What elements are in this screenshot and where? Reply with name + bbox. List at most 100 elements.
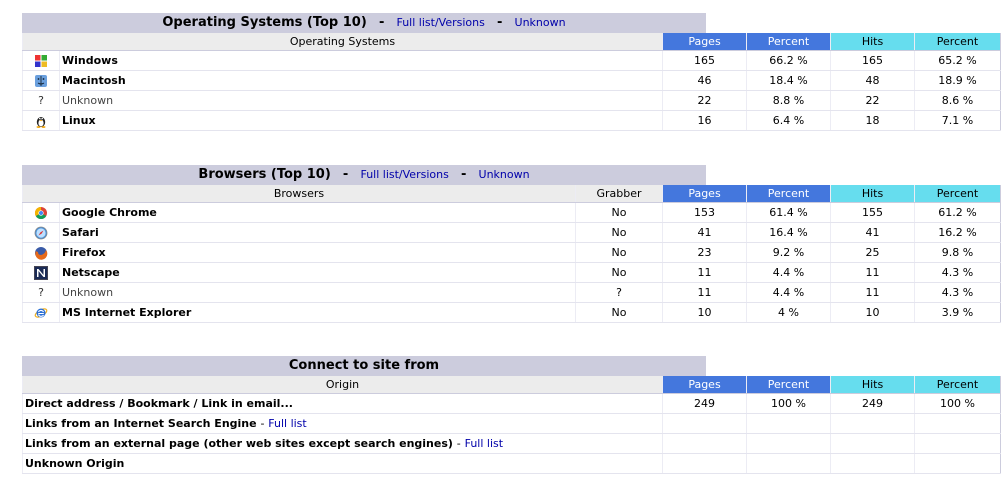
os-hits: 165 [830, 50, 915, 71]
os-pages: 165 [662, 50, 747, 71]
browsers-table: Browsers Grabber Pages Percent Hits Perc… [22, 185, 1001, 323]
external-page-full-list-link[interactable]: Full list [465, 437, 503, 450]
table-row: ? Unknown ? 11 4.4 % 11 4.3 % [22, 282, 1001, 303]
browser-pages-percent: 4.4 % [746, 282, 831, 303]
browser-name: Google Chrome [59, 202, 576, 223]
origin-table: Origin Pages Percent Hits Percent Direct… [22, 376, 1001, 474]
browser-grabber: No [575, 202, 663, 223]
browser-pages: 11 [662, 282, 747, 303]
browser-pages: 41 [662, 222, 747, 243]
origin-pages: 249 [662, 393, 747, 414]
browser-hits: 11 [830, 262, 915, 283]
os-name: Unknown [59, 90, 663, 111]
os-table: Operating Systems Pages Percent Hits Per… [22, 33, 1001, 131]
browsers-col-grabber: Grabber [575, 185, 663, 203]
browser-pages-percent: 4 % [746, 302, 831, 323]
browser-hits-percent: 16.2 % [914, 222, 1001, 243]
os-full-list-link[interactable]: Full list/Versions [396, 16, 484, 29]
os-name: Linux [59, 110, 663, 131]
browser-pages: 11 [662, 262, 747, 283]
origin-section-title-bar: Connect to site from [22, 356, 706, 376]
os-hits-percent: 8.6 % [914, 90, 1001, 111]
windows-icon [35, 54, 47, 67]
netscape-icon [34, 265, 48, 280]
os-col-hits-percent: Percent [914, 33, 1001, 51]
browsers-full-list-link[interactable]: Full list/Versions [360, 168, 448, 181]
browser-hits-percent: 3.9 % [914, 302, 1001, 323]
browser-hits-percent: 4.3 % [914, 282, 1001, 303]
browser-grabber: No [575, 262, 663, 283]
browser-grabber: No [575, 222, 663, 243]
origin-name: Direct address / Bookmark / Link in emai… [25, 397, 293, 410]
origin-col-hits: Hits [830, 376, 915, 394]
browser-pages-percent: 9.2 % [746, 242, 831, 263]
browsers-col-hits-percent: Percent [914, 185, 1001, 203]
os-hits: 48 [830, 70, 915, 91]
origin-hits [830, 413, 915, 434]
os-pages: 46 [662, 70, 747, 91]
table-row: Links from an Internet Search Engine - F… [22, 413, 1001, 434]
browsers-col-pages-percent: Percent [746, 185, 831, 203]
table-row: Direct address / Bookmark / Link in emai… [22, 393, 1001, 414]
os-header-row: Operating Systems Pages Percent Hits Per… [22, 33, 1001, 51]
origin-col-pages: Pages [662, 376, 747, 394]
browser-name: Netscape [59, 262, 576, 283]
browser-hits: 25 [830, 242, 915, 263]
browser-name: MS Internet Explorer [59, 302, 576, 323]
search-engine-full-list-link[interactable]: Full list [268, 417, 306, 430]
browsers-header-row: Browsers Grabber Pages Percent Hits Perc… [22, 185, 1001, 203]
origin-hits-percent [914, 433, 1001, 454]
browser-grabber: ? [575, 282, 663, 303]
origin-name: Unknown Origin [25, 457, 125, 470]
browser-pages: 10 [662, 302, 747, 323]
origin-section-title: Connect to site from [288, 358, 440, 373]
table-row: Safari No 41 16.4 % 41 16.2 % [22, 222, 1001, 243]
origin-name: Links from an external page (other web s… [25, 437, 453, 450]
browser-hits: 155 [830, 202, 915, 223]
origin-name: Links from an Internet Search Engine [25, 417, 257, 430]
origin-col-pages-percent: Percent [746, 376, 831, 394]
table-row: ? Unknown 22 8.8 % 22 8.6 % [22, 90, 1001, 111]
table-row: Firefox No 23 9.2 % 25 9.8 % [22, 242, 1001, 263]
browser-hits: 41 [830, 222, 915, 243]
browser-grabber: No [575, 302, 663, 323]
origin-hits: 249 [830, 393, 915, 414]
browser-hits-percent: 9.8 % [914, 242, 1001, 263]
origin-hits-percent [914, 453, 1001, 474]
table-row: Windows 165 66.2 % 165 65.2 % [22, 50, 1001, 71]
browser-hits: 10 [830, 302, 915, 323]
ie-icon [34, 307, 48, 318]
origin-pages-percent [746, 453, 831, 474]
os-name: Macintosh [59, 70, 663, 91]
origin-pages-percent [746, 413, 831, 434]
table-row: Netscape No 11 4.4 % 11 4.3 % [22, 262, 1001, 283]
browser-hits: 11 [830, 282, 915, 303]
browser-hits-percent: 61.2 % [914, 202, 1001, 223]
origin-hits-percent: 100 % [914, 393, 1001, 414]
chrome-icon [34, 206, 47, 219]
os-pages-percent: 6.4 % [746, 110, 831, 131]
os-col-pages-percent: Percent [746, 33, 831, 51]
origin-col-name: Origin [22, 376, 663, 394]
browser-pages-percent: 16.4 % [746, 222, 831, 243]
browsers-section-title-bar: Browsers (Top 10) - Full list/Versions -… [22, 165, 706, 185]
os-pages-percent: 66.2 % [746, 50, 831, 71]
os-unknown-link[interactable]: Unknown [515, 16, 566, 29]
table-row: Links from an external page (other web s… [22, 433, 1001, 454]
origin-pages [662, 433, 747, 454]
browser-pages-percent: 61.4 % [746, 202, 831, 223]
origin-pages-percent: 100 % [746, 393, 831, 414]
browsers-col-hits: Hits [830, 185, 915, 203]
browsers-unknown-link[interactable]: Unknown [479, 168, 530, 181]
origin-pages-percent [746, 433, 831, 454]
macintosh-icon [35, 74, 47, 87]
table-row: MS Internet Explorer No 10 4 % 10 3.9 % [22, 302, 1001, 323]
os-pages-percent: 18.4 % [746, 70, 831, 91]
table-row: Google Chrome No 153 61.4 % 155 61.2 % [22, 202, 1001, 223]
os-section-title: Operating Systems (Top 10) [162, 15, 367, 30]
question-icon: ? [38, 94, 44, 107]
os-hits: 22 [830, 90, 915, 111]
origin-header-row: Origin Pages Percent Hits Percent [22, 376, 1001, 394]
table-row: Linux 16 6.4 % 18 7.1 % [22, 110, 1001, 131]
os-pages: 16 [662, 110, 747, 131]
